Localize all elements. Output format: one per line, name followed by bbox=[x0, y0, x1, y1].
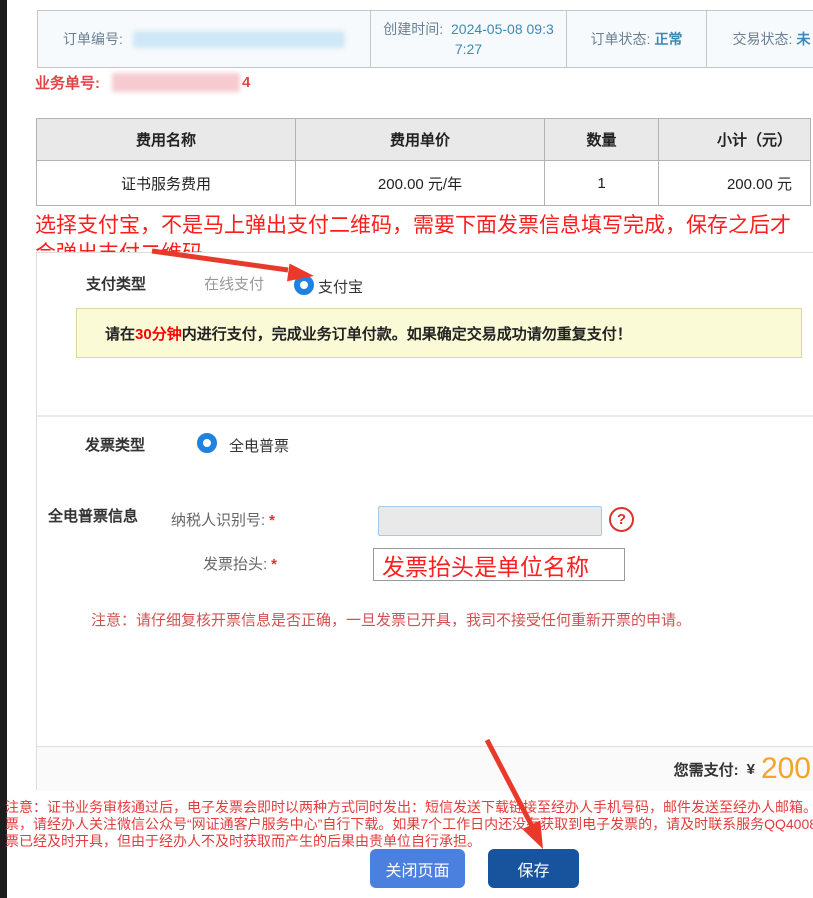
warning-highlight: 30分钟 bbox=[135, 326, 182, 343]
business-number-label: 业务单号: bbox=[35, 72, 100, 93]
invoice-title-field-label: 发票抬头:* bbox=[203, 553, 277, 574]
order-payment-page: 订单编号: 创建时间: 2024-05-08 09:37:27 订单状态: 正常… bbox=[0, 0, 813, 898]
warning-prefix: 请在 bbox=[105, 326, 135, 343]
footer-note-line: 票已经及时开具，但由于经办人不及时获取而产生的后果由贵单位自行承担。 bbox=[5, 833, 813, 850]
fee-unit-price-cell: 200.00 元/年 bbox=[296, 161, 545, 206]
total-amount: 200 bbox=[761, 754, 811, 784]
tax-id-input[interactable] bbox=[378, 506, 602, 536]
trade-status-cell: 交易状态: 未 bbox=[707, 11, 813, 67]
invoice-info-label: 全电普票信息 bbox=[48, 505, 138, 526]
created-time-value: 2024-05-08 09:37:27 bbox=[451, 21, 554, 57]
warning-suffix: 内进行支付，完成业务订单付款。如果确定交易成功请勿重复支付！ bbox=[182, 326, 632, 343]
invoice-title-input[interactable]: 发票抬头是单位名称 bbox=[373, 548, 625, 581]
currency-symbol: ¥ bbox=[747, 761, 755, 778]
footer-note-line: 票，请经办人关注微信公众号“网证通客户服务中心”自行下载。如果7个工作日内还没有… bbox=[5, 816, 813, 833]
fee-qty-header: 数量 bbox=[545, 119, 659, 161]
fee-table: 费用名称 费用单价 数量 小计（元） 证书服务费用 200.00 元/年 1 2… bbox=[36, 118, 811, 206]
fee-qty-cell: 1 bbox=[545, 161, 659, 206]
order-number-cell: 订单编号: bbox=[38, 11, 371, 67]
payment-warning-box: 请在30分钟内进行支付，完成业务订单付款。如果确定交易成功请勿重复支付！ bbox=[76, 308, 802, 358]
order-number-label: 订单编号: bbox=[63, 29, 123, 49]
created-time-cell: 创建时间: 2024-05-08 09:37:27 bbox=[371, 11, 567, 67]
payment-option-alipay[interactable]: 支付宝 bbox=[318, 276, 363, 297]
fee-unit-price-header: 费用单价 bbox=[296, 119, 545, 161]
invoice-notice-text: 注意：请仔细复核开票信息是否正确，一旦发票已开具，我司不接受任何重新开票的申请。 bbox=[91, 609, 691, 630]
footer-note-line: 注意：证书业务审核通过后，电子发票会即时以两种方式同时发出：短信发送下载链接至经… bbox=[5, 799, 813, 816]
invoice-title-required-mark: * bbox=[271, 556, 277, 573]
order-status-value: 正常 bbox=[654, 29, 682, 49]
close-page-button[interactable]: 关闭页面 bbox=[370, 849, 465, 888]
order-info-header: 订单编号: 创建时间: 2024-05-08 09:37:27 订单状态: 正常… bbox=[37, 10, 813, 68]
left-edge-bar bbox=[0, 0, 7, 898]
trade-status-value: 未 bbox=[796, 29, 810, 49]
fee-name-cell: 证书服务费用 bbox=[37, 161, 296, 206]
help-icon[interactable]: ? bbox=[609, 507, 634, 532]
order-status-cell: 订单状态: 正常 bbox=[567, 11, 707, 67]
invoice-type-label: 发票类型 bbox=[85, 434, 145, 455]
payment-type-label: 支付类型 bbox=[86, 273, 146, 294]
invoice-type-radio-selected[interactable] bbox=[197, 433, 217, 453]
payment-total-row: 您需支付: ¥ 200 bbox=[37, 746, 813, 791]
order-number-redacted bbox=[133, 31, 345, 48]
panel-divider bbox=[37, 415, 813, 417]
fee-table-row: 证书服务费用 200.00 元/年 1 200.00 元 bbox=[37, 161, 811, 206]
payment-option-online[interactable]: 在线支付 bbox=[204, 273, 264, 294]
fee-name-header: 费用名称 bbox=[37, 119, 296, 161]
payment-form-panel: 支付类型 在线支付 支付宝 请在30分钟内进行支付，完成业务订单付款。如果确定交… bbox=[36, 252, 813, 790]
alipay-radio-selected[interactable] bbox=[294, 275, 314, 295]
trade-status-label: 交易状态: bbox=[733, 29, 793, 49]
fee-subtotal-header: 小计（元） bbox=[659, 119, 811, 161]
tax-id-field-label: 纳税人识别号:* bbox=[171, 509, 275, 530]
fee-subtotal-cell: 200.00 元 bbox=[659, 161, 811, 206]
invoice-type-option[interactable]: 全电普票 bbox=[229, 435, 289, 456]
created-time-label: 创建时间: bbox=[383, 21, 443, 37]
tax-id-required-mark: * bbox=[269, 512, 275, 529]
fee-table-header-row: 费用名称 费用单价 数量 小计（元） bbox=[37, 119, 811, 161]
business-number-redacted bbox=[112, 73, 240, 92]
order-status-label: 订单状态: bbox=[591, 29, 651, 49]
business-number-suffix: 4 bbox=[242, 74, 250, 91]
total-label: 您需支付: bbox=[674, 759, 739, 780]
footer-notes: 注意：证书业务审核通过后，电子发票会即时以两种方式同时发出：短信发送下载链接至经… bbox=[5, 799, 813, 850]
business-number-row: 业务单号: 4 bbox=[35, 72, 250, 93]
save-button[interactable]: 保存 bbox=[488, 849, 579, 888]
invoice-title-annotation: 发票抬头是单位名称 bbox=[382, 548, 589, 582]
